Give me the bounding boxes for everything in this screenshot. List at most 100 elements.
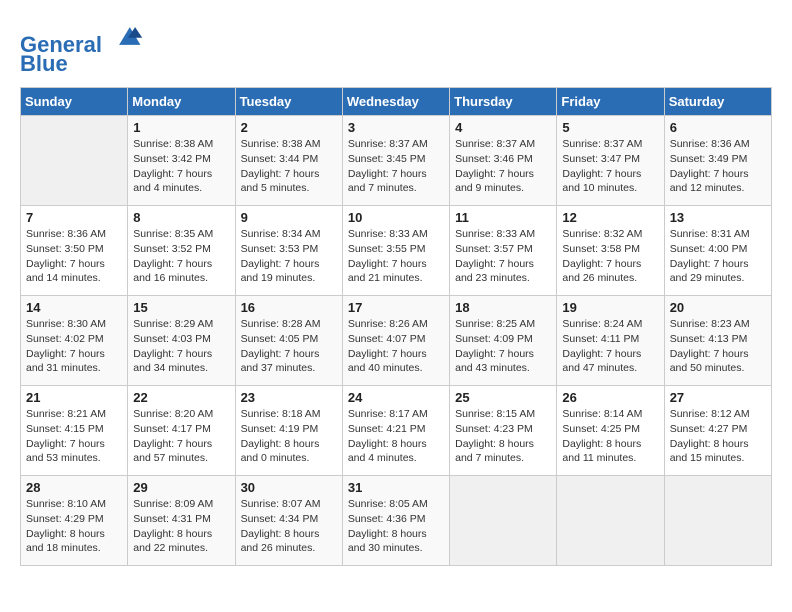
day-cell [21,116,128,206]
day-cell: 23 Sunrise: 8:18 AMSunset: 4:19 PMDayligh… [235,386,342,476]
day-info: Sunrise: 8:28 AMSunset: 4:05 PMDaylight:… [241,317,337,376]
day-info: Sunrise: 8:34 AMSunset: 3:53 PMDaylight:… [241,227,337,286]
column-header-sunday: Sunday [21,88,128,116]
day-number: 31 [348,480,444,495]
column-header-monday: Monday [128,88,235,116]
day-cell: 16 Sunrise: 8:28 AMSunset: 4:05 PMDayligh… [235,296,342,386]
column-header-thursday: Thursday [450,88,557,116]
day-cell: 22 Sunrise: 8:20 AMSunset: 4:17 PMDayligh… [128,386,235,476]
day-cell: 6 Sunrise: 8:36 AMSunset: 3:49 PMDaylight… [664,116,771,206]
day-cell: 10 Sunrise: 8:33 AMSunset: 3:55 PMDayligh… [342,206,449,296]
day-info: Sunrise: 8:07 AMSunset: 4:34 PMDaylight:… [241,497,337,556]
day-info: Sunrise: 8:12 AMSunset: 4:27 PMDaylight:… [670,407,766,466]
day-number: 27 [670,390,766,405]
day-info: Sunrise: 8:15 AMSunset: 4:23 PMDaylight:… [455,407,551,466]
day-number: 30 [241,480,337,495]
day-number: 8 [133,210,229,225]
week-row-1: 1 Sunrise: 8:38 AMSunset: 3:42 PMDaylight… [21,116,772,206]
day-number: 24 [348,390,444,405]
day-cell: 30 Sunrise: 8:07 AMSunset: 4:34 PMDayligh… [235,476,342,566]
week-row-5: 28 Sunrise: 8:10 AMSunset: 4:29 PMDayligh… [21,476,772,566]
day-cell: 21Sunrise: 8:21 AMSunset: 4:15 PMDayligh… [21,386,128,476]
day-info: Sunrise: 8:35 AMSunset: 3:52 PMDaylight:… [133,227,229,286]
day-number: 12 [562,210,658,225]
day-info: Sunrise: 8:33 AMSunset: 3:55 PMDaylight:… [348,227,444,286]
day-info: Sunrise: 8:36 AMSunset: 3:49 PMDaylight:… [670,137,766,196]
day-info: Sunrise: 8:17 AMSunset: 4:21 PMDaylight:… [348,407,444,466]
day-info: Sunrise: 8:14 AMSunset: 4:25 PMDaylight:… [562,407,658,466]
day-cell: 1 Sunrise: 8:38 AMSunset: 3:42 PMDaylight… [128,116,235,206]
day-number: 19 [562,300,658,315]
day-number: 4 [455,120,551,135]
day-number: 7 [26,210,122,225]
day-number: 26 [562,390,658,405]
day-number: 1 [133,120,229,135]
day-info: Sunrise: 8:36 AMSunset: 3:50 PMDaylight:… [26,227,122,286]
day-number: 28 [26,480,122,495]
day-number: 14 [26,300,122,315]
logo: General Blue [20,20,144,77]
day-number: 29 [133,480,229,495]
day-info: Sunrise: 8:09 AMSunset: 4:31 PMDaylight:… [133,497,229,556]
day-cell: 13Sunrise: 8:31 AMSunset: 4:00 PMDayligh… [664,206,771,296]
day-info: Sunrise: 8:29 AMSunset: 4:03 PMDaylight:… [133,317,229,376]
day-cell: 20Sunrise: 8:23 AMSunset: 4:13 PMDayligh… [664,296,771,386]
day-cell: 3 Sunrise: 8:37 AMSunset: 3:45 PMDaylight… [342,116,449,206]
day-cell: 18 Sunrise: 8:25 AMSunset: 4:09 PMDayligh… [450,296,557,386]
day-info: Sunrise: 8:20 AMSunset: 4:17 PMDaylight:… [133,407,229,466]
day-number: 16 [241,300,337,315]
calendar-header-row: SundayMondayTuesdayWednesdayThursdayFrid… [21,88,772,116]
day-info: Sunrise: 8:25 AMSunset: 4:09 PMDaylight:… [455,317,551,376]
day-info: Sunrise: 8:05 AMSunset: 4:36 PMDaylight:… [348,497,444,556]
day-number: 22 [133,390,229,405]
page-header: General Blue [20,20,772,77]
day-cell: 9 Sunrise: 8:34 AMSunset: 3:53 PMDaylight… [235,206,342,296]
column-header-wednesday: Wednesday [342,88,449,116]
day-cell: 7 Sunrise: 8:36 AMSunset: 3:50 PMDaylight… [21,206,128,296]
column-header-friday: Friday [557,88,664,116]
day-info: Sunrise: 8:32 AMSunset: 3:58 PMDaylight:… [562,227,658,286]
day-cell: 15 Sunrise: 8:29 AMSunset: 4:03 PMDayligh… [128,296,235,386]
day-number: 23 [241,390,337,405]
day-cell: 25 Sunrise: 8:15 AMSunset: 4:23 PMDayligh… [450,386,557,476]
day-number: 11 [455,210,551,225]
day-cell: 8 Sunrise: 8:35 AMSunset: 3:52 PMDaylight… [128,206,235,296]
day-cell: 4Sunrise: 8:37 AMSunset: 3:46 PMDaylight… [450,116,557,206]
day-cell: 14 Sunrise: 8:30 AMSunset: 4:02 PMDayligh… [21,296,128,386]
week-row-4: 21Sunrise: 8:21 AMSunset: 4:15 PMDayligh… [21,386,772,476]
day-cell: 26 Sunrise: 8:14 AMSunset: 4:25 PMDayligh… [557,386,664,476]
day-cell: 12 Sunrise: 8:32 AMSunset: 3:58 PMDayligh… [557,206,664,296]
day-cell: 11 Sunrise: 8:33 AMSunset: 3:57 PMDayligh… [450,206,557,296]
day-cell [557,476,664,566]
day-info: Sunrise: 8:10 AMSunset: 4:29 PMDaylight:… [26,497,122,556]
day-number: 15 [133,300,229,315]
day-info: Sunrise: 8:18 AMSunset: 4:19 PMDaylight:… [241,407,337,466]
day-number: 25 [455,390,551,405]
week-row-3: 14 Sunrise: 8:30 AMSunset: 4:02 PMDayligh… [21,296,772,386]
day-number: 18 [455,300,551,315]
column-header-tuesday: Tuesday [235,88,342,116]
day-number: 2 [241,120,337,135]
day-number: 21 [26,390,122,405]
day-cell: 29 Sunrise: 8:09 AMSunset: 4:31 PMDayligh… [128,476,235,566]
day-number: 6 [670,120,766,135]
day-number: 9 [241,210,337,225]
day-number: 10 [348,210,444,225]
logo-icon [112,20,144,52]
day-info: Sunrise: 8:24 AMSunset: 4:11 PMDaylight:… [562,317,658,376]
day-info: Sunrise: 8:30 AMSunset: 4:02 PMDaylight:… [26,317,122,376]
day-info: Sunrise: 8:38 AMSunset: 3:42 PMDaylight:… [133,137,229,196]
day-cell: 5Sunrise: 8:37 AMSunset: 3:47 PMDaylight… [557,116,664,206]
day-cell: 19 Sunrise: 8:24 AMSunset: 4:11 PMDayligh… [557,296,664,386]
day-number: 5 [562,120,658,135]
day-cell: 24 Sunrise: 8:17 AMSunset: 4:21 PMDayligh… [342,386,449,476]
day-cell: 28 Sunrise: 8:10 AMSunset: 4:29 PMDayligh… [21,476,128,566]
day-number: 20 [670,300,766,315]
day-number: 3 [348,120,444,135]
day-cell: 17Sunrise: 8:26 AMSunset: 4:07 PMDayligh… [342,296,449,386]
day-info: Sunrise: 8:37 AMSunset: 3:45 PMDaylight:… [348,137,444,196]
column-header-saturday: Saturday [664,88,771,116]
day-info: Sunrise: 8:38 AMSunset: 3:44 PMDaylight:… [241,137,337,196]
day-info: Sunrise: 8:33 AMSunset: 3:57 PMDaylight:… [455,227,551,286]
calendar-table: SundayMondayTuesdayWednesdayThursdayFrid… [20,87,772,566]
